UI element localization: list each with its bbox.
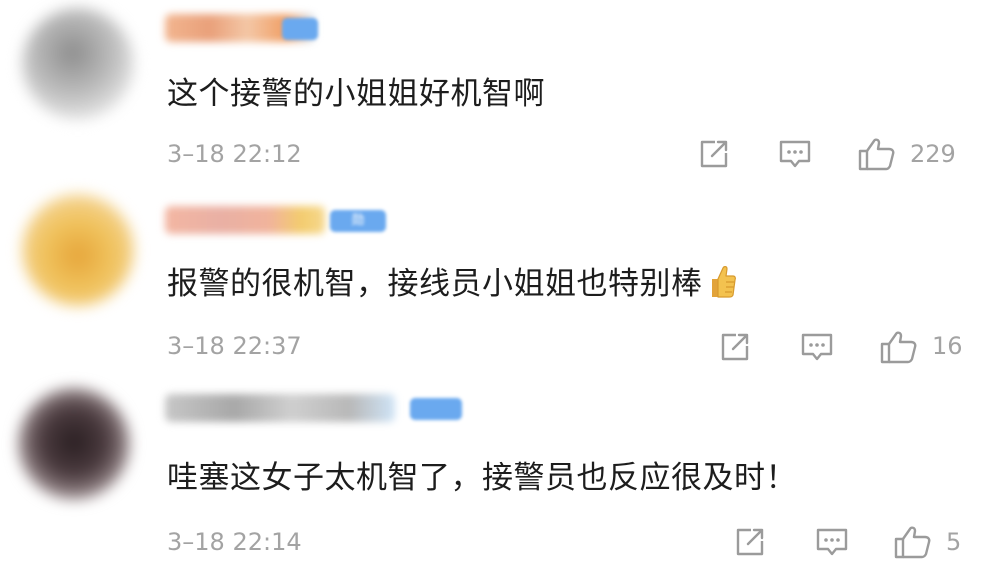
thumbs-up-icon <box>858 138 895 171</box>
reply-button[interactable] <box>778 137 812 171</box>
thumbs-up-emoji <box>707 264 737 308</box>
avatar[interactable] <box>22 194 134 306</box>
user-badge <box>410 398 462 420</box>
comment-text: 这个接警的小姐姐好机智啊 <box>167 76 545 112</box>
user-badge <box>282 18 318 40</box>
comment-text-body: 报警的很机智，接线员小姐姐也特别棒 <box>167 266 703 302</box>
comment-icon <box>779 140 811 168</box>
comment-item: 这个接警的小姐姐好机智啊 3–18 22:12 229 <box>0 0 995 190</box>
username-blurred[interactable] <box>165 394 395 422</box>
thumbs-up-icon <box>894 526 931 559</box>
like-count: 5 <box>946 528 962 556</box>
comment-time: 3–18 22:14 <box>167 528 302 556</box>
share-icon <box>700 140 728 168</box>
thumbs-up-icon <box>880 331 917 364</box>
comment-time: 3–18 22:12 <box>167 140 302 168</box>
like-button[interactable] <box>879 329 919 365</box>
share-button[interactable] <box>718 330 752 364</box>
comment-icon <box>801 333 833 361</box>
share-icon <box>721 333 749 361</box>
comment-item: 哇塞这女子太机智了，接警员也反应很及时！ 3–18 22:14 5 <box>0 382 995 580</box>
reply-button[interactable] <box>815 525 849 559</box>
comment-text: 报警的很机智，接线员小姐姐也特别棒 <box>167 258 737 308</box>
like-button[interactable] <box>857 136 897 172</box>
reply-button[interactable] <box>800 330 834 364</box>
avatar[interactable] <box>18 388 130 500</box>
username-blurred[interactable] <box>165 206 325 234</box>
share-icon <box>736 528 764 556</box>
like-count: 229 <box>910 140 956 168</box>
user-badge: 勋 <box>330 210 386 232</box>
like-count: 16 <box>932 332 963 360</box>
comment-list: 这个接警的小姐姐好机智啊 3–18 22:12 229 勋 报警的很机智，接线员… <box>0 0 995 580</box>
comment-text: 哇塞这女子太机智了，接警员也反应很及时！ <box>167 460 797 496</box>
comment-time: 3–18 22:37 <box>167 332 302 360</box>
like-button[interactable] <box>893 524 933 560</box>
comment-icon <box>816 528 848 556</box>
share-button[interactable] <box>733 525 767 559</box>
avatar[interactable] <box>22 8 134 120</box>
comment-item: 勋 报警的很机智，接线员小姐姐也特别棒 3–18 22:37 16 <box>0 190 995 382</box>
share-button[interactable] <box>697 137 731 171</box>
